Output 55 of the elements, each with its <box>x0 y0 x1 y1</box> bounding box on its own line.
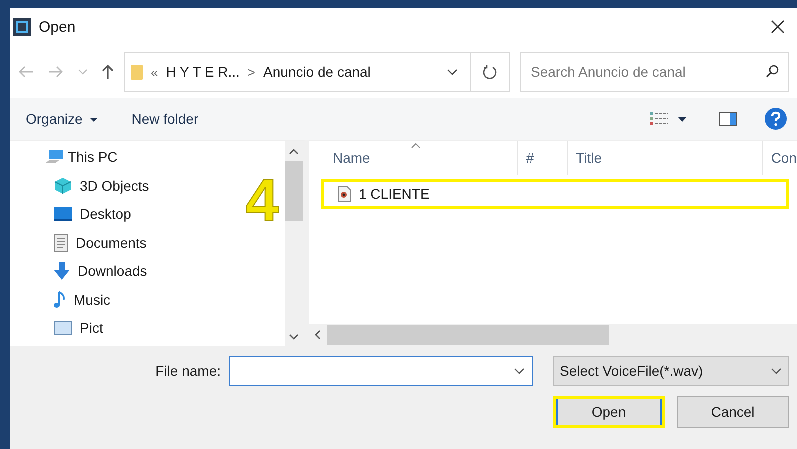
file-type-dropdown[interactable]: Select VoiceFile(*.wav) <box>553 356 789 386</box>
sidebar-item[interactable]: 3D Objects <box>10 172 156 200</box>
scroll-down-icon[interactable] <box>289 334 299 340</box>
search-icon <box>766 65 779 78</box>
sidebar-item[interactable]: This PC <box>10 143 124 172</box>
sidebar-item[interactable]: Documents <box>10 228 153 257</box>
column-header[interactable]: Con <box>763 141 797 175</box>
column-header[interactable]: Name <box>309 141 518 175</box>
sidebar-item[interactable]: Desktop <box>10 200 138 228</box>
cube-icon <box>54 176 72 195</box>
breadcrumb-item[interactable]: > <box>248 64 256 80</box>
monitor-icon <box>54 207 72 222</box>
picture-icon <box>54 321 72 336</box>
file-name-label: File name: <box>156 363 221 379</box>
sort-caret-icon <box>411 143 421 149</box>
file-name-field[interactable] <box>229 356 533 386</box>
file-row[interactable]: 1 CLIENTE <box>321 179 789 209</box>
new-folder-button[interactable]: New folder <box>122 107 209 131</box>
annotation-number: 4 <box>246 171 279 231</box>
sidebar-item[interactable]: Pict <box>10 314 110 342</box>
computer-icon <box>46 150 64 164</box>
open-button[interactable]: Open <box>553 396 665 428</box>
app-icon <box>13 18 31 36</box>
window-title: Open <box>39 18 76 36</box>
scrollbar-thumb[interactable] <box>327 325 609 345</box>
up-arrow-icon[interactable] <box>102 64 114 80</box>
down-arrow-icon <box>54 262 70 280</box>
breadcrumb-item[interactable]: Anuncio de canal <box>264 64 371 80</box>
scroll-left-icon[interactable] <box>315 330 321 340</box>
caret-down-icon <box>90 118 98 122</box>
close-icon[interactable] <box>771 20 785 34</box>
dropdown-arrow-icon[interactable] <box>678 116 687 122</box>
refresh-icon[interactable] <box>483 64 497 80</box>
chevron-down-icon[interactable] <box>447 68 458 76</box>
scrollbar-thumb[interactable] <box>285 161 303 221</box>
preview-pane-icon[interactable] <box>719 112 737 126</box>
organize-button[interactable]: Organize <box>16 107 108 131</box>
chevron-down-icon <box>771 368 782 374</box>
search-field[interactable]: Search Anuncio de canal <box>520 52 789 92</box>
help-icon[interactable] <box>765 108 787 130</box>
sidebar-item[interactable]: Downloads <box>10 257 154 286</box>
view-list-icon[interactable] <box>650 112 668 126</box>
address-bar[interactable]: « H Y T E R... > Anuncio de canal <box>124 52 510 92</box>
folder-icon <box>131 64 143 80</box>
scroll-up-icon[interactable] <box>289 149 299 155</box>
cancel-button[interactable]: Cancel <box>677 396 789 428</box>
music-note-icon <box>54 290 66 309</box>
column-header[interactable]: # <box>518 141 568 175</box>
breadcrumb-item[interactable]: « <box>151 64 158 80</box>
audio-file-icon <box>338 186 351 202</box>
chevron-down-icon[interactable] <box>514 368 525 375</box>
sidebar-item[interactable]: Music <box>10 286 117 314</box>
column-header[interactable]: Title <box>568 141 764 175</box>
breadcrumb-item[interactable]: H Y T E R... <box>166 64 240 80</box>
document-icon <box>54 234 68 252</box>
